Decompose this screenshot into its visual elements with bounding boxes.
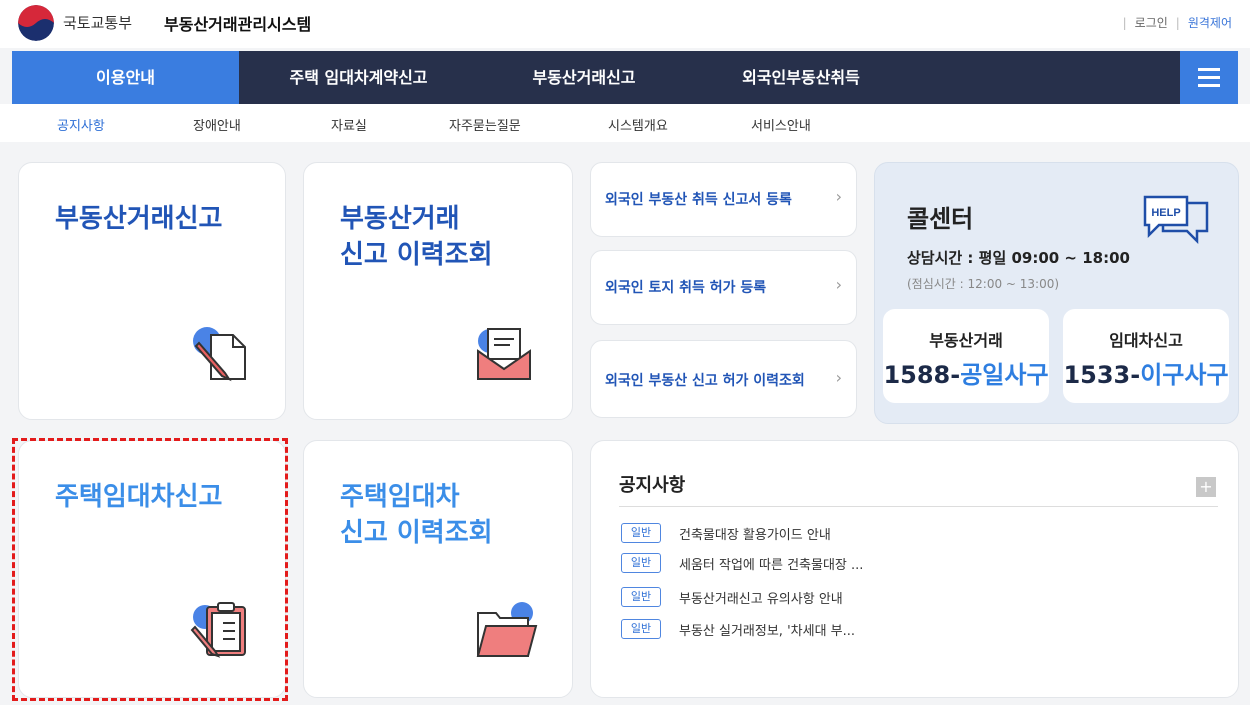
call-center-title: 콜센터	[907, 205, 974, 233]
chevron-right-icon: ›	[835, 187, 842, 206]
folder-icon	[474, 601, 538, 665]
phone-number: 1533-이구사구	[1063, 361, 1229, 389]
call-center-panel: 콜센터 HELP 상담시간 : 평일 09:00 ~ 18:00 (점심시간 :…	[874, 162, 1239, 424]
category-badge: 일반	[621, 587, 661, 607]
notice-item[interactable]: 일반 세움터 작업에 따른 건축물대장 ...	[621, 553, 863, 573]
notice-item[interactable]: 일반 건축물대장 활용가이드 안내	[621, 523, 831, 543]
divider	[619, 506, 1218, 507]
link-label: 외국인 토지 취득 허가 등록	[605, 280, 767, 296]
link-label: 외국인 부동산 신고 허가 이력조회	[605, 373, 805, 389]
card-title: 부동산거래 신고 이력조회	[340, 204, 493, 270]
realestate-history-card[interactable]: 부동산거래 신고 이력조회	[303, 162, 573, 420]
highlight-outline	[12, 438, 288, 701]
nav-item-foreigner-acquisition[interactable]: 외국인부동산취득	[690, 51, 912, 104]
remote-control-link[interactable]: 원격제어	[1188, 14, 1232, 31]
notice-item-title[interactable]: 건축물대장 활용가이드 안내	[679, 524, 831, 543]
notice-item-title[interactable]: 부동산 실거래정보, '차세대 부...	[679, 620, 855, 639]
card-title: 주택임대차 신고 이력조회	[340, 482, 493, 548]
nav-item-realestate-report[interactable]: 부동산거래신고	[478, 51, 690, 104]
realestate-phone-box: 부동산거래 1588-공일사구	[883, 309, 1049, 403]
nav-item-guide[interactable]: 이용안내	[12, 51, 239, 104]
divider: |	[1175, 15, 1180, 30]
subnav-item-notice[interactable]: 공지사항	[57, 115, 105, 134]
link-label: 외국인 부동산 취득 신고서 등록	[605, 192, 792, 208]
realestate-report-card[interactable]: 부동산거래신고	[18, 162, 286, 420]
phone-label: 부동산거래	[929, 331, 1003, 350]
card-title: 부동산거래신고	[55, 204, 223, 234]
envelope-icon	[474, 323, 536, 389]
housing-lease-history-card[interactable]: 주택임대차 신고 이력조회	[303, 440, 573, 698]
notice-item-title[interactable]: 세움터 작업에 따른 건축물대장 ...	[679, 554, 863, 573]
phone-label: 임대차신고	[1109, 331, 1183, 350]
pen-document-icon	[189, 321, 253, 389]
menu-icon[interactable]	[1180, 51, 1238, 104]
login-link[interactable]: 로그인	[1135, 14, 1168, 31]
top-links: | 로그인 | 원격제어	[1123, 14, 1232, 31]
notice-item[interactable]: 일반 부동산거래신고 유의사항 안내	[621, 587, 843, 607]
nav-item-housing-lease[interactable]: 주택 임대차계약신고	[239, 51, 478, 104]
subnav-item-archive[interactable]: 자료실	[331, 115, 367, 134]
notice-panel: 공지사항 + 일반 건축물대장 활용가이드 안내 일반 세움터 작업에 따른 건…	[590, 440, 1239, 698]
subnav-item-faq[interactable]: 자주묻는질문	[449, 115, 521, 134]
ministry-name[interactable]: 국토교통부	[63, 12, 132, 33]
link-foreigner-land-permit[interactable]: 외국인 토지 취득 허가 등록 ›	[590, 250, 857, 325]
call-center-hours: 상담시간 : 평일 09:00 ~ 18:00	[907, 249, 1130, 267]
chevron-right-icon: ›	[835, 275, 842, 294]
notice-item[interactable]: 일반 부동산 실거래정보, '차세대 부...	[621, 619, 855, 639]
more-plus-icon[interactable]: +	[1196, 477, 1216, 497]
notice-item-title[interactable]: 부동산거래신고 유의사항 안내	[679, 588, 843, 607]
subnav-item-service-guide[interactable]: 서비스안내	[751, 115, 811, 134]
call-center-lunch: (점심시간 : 12:00 ~ 13:00)	[907, 277, 1060, 291]
subnav-item-outage[interactable]: 장애안내	[193, 115, 241, 134]
notice-title: 공지사항	[619, 475, 686, 496]
lease-phone-box: 임대차신고 1533-이구사구	[1063, 309, 1229, 403]
category-badge: 일반	[621, 553, 661, 573]
system-name[interactable]: 부동산거래관리시스템	[164, 11, 311, 35]
phone-number: 1588-공일사구	[883, 361, 1049, 389]
help-icon: HELP	[1141, 193, 1211, 253]
category-badge: 일반	[621, 523, 661, 543]
link-foreigner-acquisition-register[interactable]: 외국인 부동산 취득 신고서 등록 ›	[590, 162, 857, 237]
link-foreigner-permit-history[interactable]: 외국인 부동산 신고 허가 이력조회 ›	[590, 340, 857, 418]
subnav-item-system-overview[interactable]: 시스템개요	[608, 115, 668, 134]
main-nav: 이용안내 주택 임대차계약신고 부동산거래신고 외국인부동산취득	[12, 51, 1238, 104]
sub-nav: 공지사항 장애안내 자료실 자주묻는질문 시스템개요 서비스안내	[0, 104, 1250, 142]
chevron-right-icon: ›	[835, 368, 842, 387]
help-label: HELP	[1151, 207, 1180, 219]
ministry-logo-icon[interactable]	[18, 5, 54, 41]
top-bar: 국토교통부 부동산거래관리시스템 | 로그인 | 원격제어	[0, 0, 1250, 48]
category-badge: 일반	[621, 619, 661, 639]
divider: |	[1122, 15, 1127, 30]
